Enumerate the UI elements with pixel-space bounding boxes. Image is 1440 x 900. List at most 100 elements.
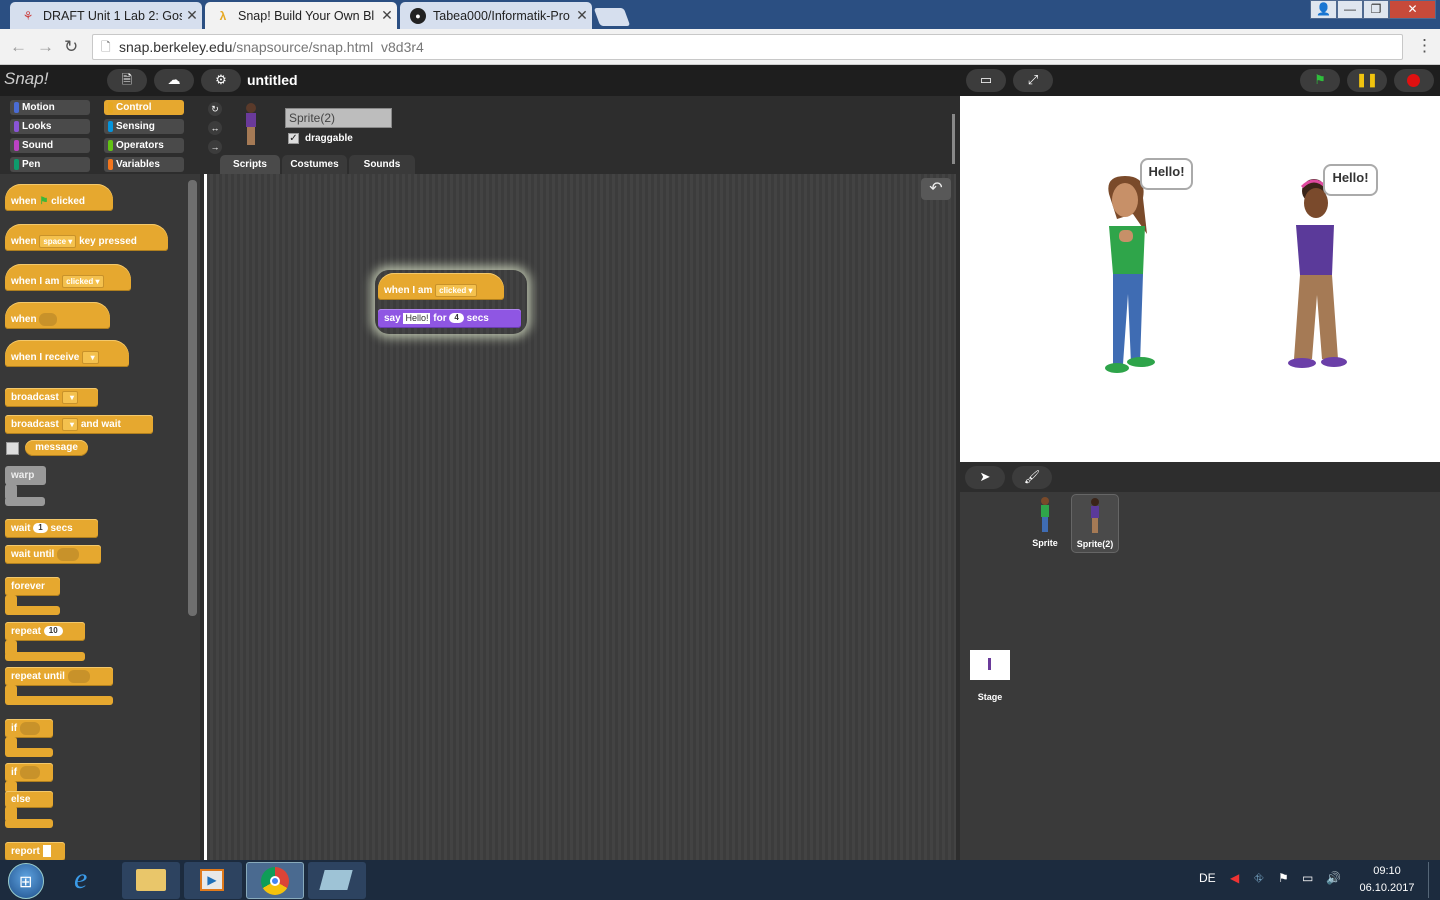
- stop-button[interactable]: [1394, 69, 1434, 92]
- event-dropdown[interactable]: clicked ▾: [435, 283, 477, 297]
- message-dropdown[interactable]: ▾: [82, 350, 99, 364]
- key-dropdown[interactable]: space ▾: [39, 234, 77, 248]
- reload-icon[interactable]: ↻: [64, 37, 78, 57]
- script-say-for-secs[interactable]: say Hello! for 4 secs: [378, 309, 521, 328]
- fullscreen-icon[interactable]: ⤢: [1013, 69, 1053, 92]
- category-looks[interactable]: Looks: [10, 119, 90, 134]
- category-control[interactable]: Control: [104, 100, 184, 115]
- gear-icon[interactable]: ⚙: [201, 69, 241, 92]
- no-rotate-icon[interactable]: →: [208, 140, 222, 154]
- block-when-key-pressed[interactable]: when space ▾ key pressed: [5, 224, 168, 251]
- stage-size-icon[interactable]: ▭: [966, 69, 1006, 92]
- block-if-else[interactable]: if: [5, 763, 53, 782]
- block-wait-until[interactable]: wait until: [5, 545, 101, 564]
- page-info-icon[interactable]: 🗋: [101, 35, 111, 59]
- say-text-input[interactable]: Hello!: [403, 312, 431, 324]
- user-icon[interactable]: 👤: [1310, 0, 1337, 19]
- close-tab-icon[interactable]: ✕: [572, 7, 592, 24]
- block-report[interactable]: report: [5, 842, 65, 860]
- green-flag-icon[interactable]: ⚑: [1300, 69, 1340, 92]
- stage-thumbnail[interactable]: [970, 650, 1010, 680]
- app-taskbar-button[interactable]: [308, 862, 366, 899]
- block-broadcast-and-wait[interactable]: broadcast ▾ and wait: [5, 415, 153, 434]
- cloud-icon[interactable]: ☁: [154, 69, 194, 92]
- block-when-i-am-clicked[interactable]: when I am clicked ▾: [5, 264, 131, 291]
- report-input[interactable]: [42, 845, 51, 858]
- close-tab-icon[interactable]: ✕: [182, 7, 202, 24]
- browser-tab-3[interactable]: ● Tabea000/Informatik-Pro ✕: [400, 2, 592, 29]
- start-button[interactable]: ⊞: [8, 863, 44, 899]
- speaker-warning-icon[interactable]: ◀: [1230, 871, 1239, 885]
- block-when-condition[interactable]: when: [5, 302, 110, 329]
- snap-logo[interactable]: Snap!: [4, 69, 48, 89]
- script-when-i-am-clicked[interactable]: when I am clicked ▾: [378, 273, 504, 300]
- draggable-checkbox[interactable]: ✓: [288, 133, 299, 144]
- category-operators[interactable]: Operators: [104, 138, 184, 153]
- secs-input[interactable]: 4: [449, 313, 464, 324]
- tab-scripts[interactable]: Scripts: [220, 155, 280, 174]
- media-taskbar-button[interactable]: ▶: [184, 862, 242, 899]
- tab-sounds[interactable]: Sounds: [349, 155, 415, 174]
- block-when-flag-clicked[interactable]: when ⚑ clicked: [5, 184, 113, 211]
- stage[interactable]: Hello! Hello!: [960, 99, 1440, 459]
- browser-tab-2[interactable]: λ Snap! Build Your Own Bl ✕: [205, 2, 397, 29]
- scripts-area[interactable]: ↶ when I am clicked ▾ say Hello! for 4 s…: [207, 114, 956, 860]
- reporter-message[interactable]: message: [25, 440, 88, 456]
- menu-dots-icon[interactable]: ⋮: [1416, 36, 1433, 56]
- block-if[interactable]: if: [5, 719, 53, 738]
- forward-arrow-icon[interactable]: →: [37, 37, 54, 57]
- explorer-taskbar-button[interactable]: [122, 862, 180, 899]
- category-motion[interactable]: Motion: [10, 100, 90, 115]
- maximize-button[interactable]: ❐: [1363, 0, 1389, 19]
- boolean-slot[interactable]: [57, 547, 80, 561]
- clock-time[interactable]: 09:10: [1356, 865, 1418, 877]
- network-icon[interactable]: ⛗: [1254, 871, 1264, 886]
- pane-divider[interactable]: [200, 96, 204, 860]
- boolean-slot[interactable]: [39, 312, 58, 326]
- category-variables[interactable]: Variables: [104, 157, 184, 172]
- repeat-count-input[interactable]: 10: [43, 626, 63, 637]
- boolean-slot[interactable]: [19, 721, 40, 735]
- sprite-name-field[interactable]: Sprite(2): [285, 108, 392, 128]
- boolean-slot[interactable]: [67, 669, 90, 683]
- url-field[interactable]: 🗋 snap.berkeley.edu/snapsource/snap.html…: [92, 34, 1403, 60]
- language-indicator[interactable]: DE: [1199, 871, 1216, 885]
- block-wait-secs[interactable]: wait 1 secs: [5, 519, 98, 538]
- paint-brush-icon[interactable]: 🖌: [1012, 466, 1052, 489]
- show-desktop-button[interactable]: [1428, 862, 1438, 898]
- block-warp[interactable]: warp: [5, 466, 46, 485]
- block-forever[interactable]: forever: [5, 577, 60, 596]
- rotate-icon[interactable]: ↻: [208, 102, 222, 116]
- block-broadcast[interactable]: broadcast ▾: [5, 388, 98, 407]
- message-dropdown[interactable]: ▾: [61, 417, 79, 431]
- browser-tab-1[interactable]: ⚘ DRAFT Unit 1 Lab 2: Goss ✕: [10, 2, 202, 29]
- event-dropdown[interactable]: clicked ▾: [62, 274, 104, 288]
- volume-icon[interactable]: 🔊: [1326, 871, 1341, 885]
- monitor-icon[interactable]: ▭: [1302, 871, 1313, 885]
- chrome-taskbar-button[interactable]: [246, 862, 304, 899]
- flip-icon[interactable]: ↔: [208, 121, 222, 135]
- close-window-button[interactable]: ✕: [1389, 0, 1436, 19]
- secs-input[interactable]: 1: [33, 523, 48, 534]
- boolean-slot[interactable]: [19, 765, 40, 779]
- close-tab-icon[interactable]: ✕: [377, 7, 397, 24]
- corral-sprite-2[interactable]: Sprite(2): [1071, 494, 1119, 553]
- block-when-i-receive[interactable]: when I receive ▾: [5, 340, 129, 367]
- flag-icon[interactable]: ⚑: [1278, 871, 1289, 885]
- sprite-girl-green[interactable]: [1095, 174, 1167, 384]
- category-pen[interactable]: Pen: [10, 157, 90, 172]
- new-tab-button[interactable]: [593, 8, 631, 26]
- add-turtle-sprite-icon[interactable]: ➤: [965, 466, 1005, 489]
- corral-sprite-1[interactable]: Sprite: [1022, 494, 1068, 552]
- minimize-button[interactable]: —: [1337, 0, 1363, 19]
- file-icon[interactable]: 🗎: [107, 69, 147, 92]
- block-repeat[interactable]: repeat 10: [5, 622, 85, 641]
- block-repeat-until[interactable]: repeat until: [5, 667, 113, 686]
- undo-icon[interactable]: ↶: [921, 178, 951, 200]
- clock-date[interactable]: 06.10.2017: [1352, 882, 1422, 894]
- message-dropdown[interactable]: ▾: [61, 390, 79, 404]
- sprite-girl-purple[interactable]: [1286, 177, 1356, 372]
- ie-taskbar-button[interactable]: e: [60, 862, 118, 899]
- scripts-scrollbar[interactable]: [952, 114, 955, 164]
- tab-costumes[interactable]: Costumes: [282, 155, 347, 174]
